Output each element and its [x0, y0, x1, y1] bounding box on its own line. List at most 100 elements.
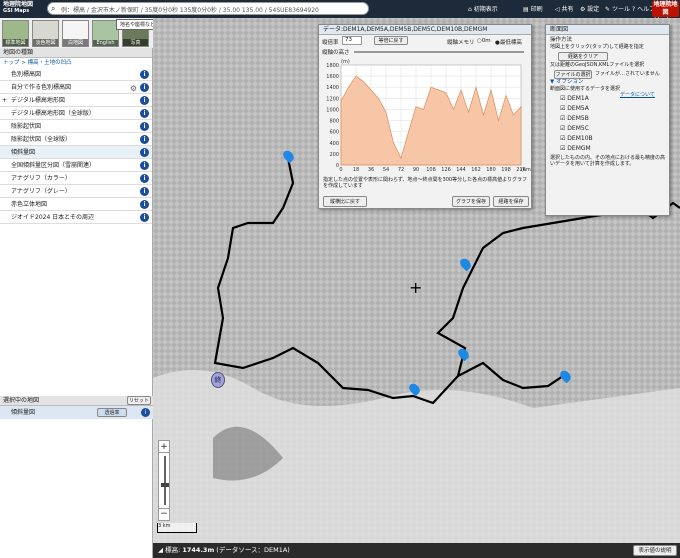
zero-radio[interactable]: ○0m [477, 38, 491, 44]
x-tick-label: 162 [471, 167, 481, 173]
zoom-out-button[interactable]: − [159, 508, 169, 520]
layer-item[interactable]: 色別標高図 i [0, 68, 152, 81]
exag-label: 縦倍率 [322, 40, 339, 46]
dem5b-checkbox[interactable]: ☑ DEM5B [560, 115, 589, 122]
clear-route-button[interactable]: 経路をクリア [558, 52, 608, 61]
layer-folder[interactable]: + デジタル標高地形図 i [0, 94, 152, 107]
elev-label: 標高: [165, 546, 181, 554]
breadcrumb[interactable]: トップ > 標高・土地の凹凸 [0, 58, 152, 68]
panel-title: 断面図 [546, 25, 669, 35]
x-tick-label: 18 [353, 167, 359, 173]
info-icon[interactable]: i [140, 148, 149, 157]
info-icon[interactable]: i [140, 161, 149, 170]
profile-window: データ:DEM1A,DEM5A,DEM5B,DEM5C,DEM10B,DEMGM… [318, 24, 532, 209]
tile-standard[interactable]: 標準地図 [2, 20, 29, 47]
info-icon[interactable]: i [140, 96, 149, 105]
selected-title: 選択中の地図 リセット [0, 396, 153, 406]
file-select-button[interactable]: ファイルの選択 [554, 70, 592, 79]
home-button[interactable]: ⌂ 初期表示 [468, 4, 498, 13]
vector-link[interactable]: 地理院地図 Vector [652, 1, 679, 24]
app-logo[interactable]: 地理院地図 GSI Maps [3, 1, 43, 17]
layer-item[interactable]: 自分で作る色別標高図 ⚙ i [0, 81, 152, 94]
value-description-button[interactable]: 表示値の説明 [633, 545, 677, 556]
options-toggle[interactable]: ▼ オプション [550, 79, 665, 86]
search-input[interactable]: ⌕ 例：標高 / 金沢市木ノ新保町 / 35度0分0秒 135度0分0秒 / 3… [47, 2, 369, 15]
zoom-slider[interactable] [159, 453, 169, 508]
method-title: 操作方法 [550, 37, 573, 43]
settings-button[interactable]: ⚙ 設定 [580, 4, 599, 13]
x-tick-label: 144 [456, 167, 466, 173]
dem5c-checkbox[interactable]: ☑ DEM5C [560, 125, 589, 132]
info-icon[interactable]: i [140, 70, 149, 79]
y-tick-label: 800 [329, 119, 339, 125]
x-tick-label: 198 [501, 167, 511, 173]
info-icon[interactable]: i [140, 213, 149, 222]
profile-title: データ:DEM1A,DEM5A,DEM5B,DEM5C,DEM10B,DEMGM [319, 25, 531, 35]
zoom-in-button[interactable]: + [159, 441, 169, 453]
y-tick-label: 1000 [326, 107, 339, 113]
info-icon[interactable]: i [141, 408, 150, 417]
height-label: 縦軸の高さ [322, 50, 350, 56]
return-aspect-button[interactable]: 縦横比に戻す [323, 196, 367, 207]
zoom-control: + − [158, 440, 170, 521]
print-button[interactable]: ▤ 印刷 [523, 4, 543, 13]
layer-item[interactable]: 陰影起伏図（全球版） i [0, 133, 152, 146]
end-marker[interactable]: 終 [211, 372, 225, 388]
layer-item[interactable]: アナグリフ（グレー） i [0, 185, 152, 198]
panel-note: 選択したものの内、その地点における最も精度の高いデータを用いて計算を作成します。 [550, 155, 666, 167]
profile-chart: 0200400600800100012001400160018000 18 36 54… [326, 59, 531, 173]
save-graph-button[interactable]: グラフを保存 [452, 196, 490, 207]
search-icon: ⌕ [51, 4, 56, 13]
dem5a-checkbox[interactable]: ☑ DEM5A [560, 105, 589, 112]
x-tick-label: 90 [413, 167, 419, 173]
height-slider[interactable] [354, 51, 524, 53]
info-icon[interactable]: i [140, 135, 149, 144]
selected-layer[interactable]: 傾斜量図 透過率 i [0, 406, 153, 419]
exag-input[interactable]: 73 [342, 36, 362, 45]
elev-value: 1744.3m [182, 546, 215, 554]
tile-pale[interactable]: 淡色地図 [32, 20, 59, 47]
x-tick-label: 0 [339, 167, 342, 173]
min-radio[interactable]: ●最低標高 [495, 38, 522, 46]
y-tick-label: 400 [329, 141, 339, 147]
file-desc: 又は距離のGeoJSON,KMLファイルを選択 [550, 62, 645, 68]
tile-english[interactable]: English [92, 20, 119, 47]
layer-item-selected[interactable]: 傾斜量図 i [0, 146, 152, 159]
layer-item[interactable]: デジタル標高地形図（全球版） i [0, 107, 152, 120]
layer-item[interactable]: 陰影起伏図 i [0, 120, 152, 133]
elev-source: (データソース：DEM1A) [216, 546, 290, 554]
reset-button[interactable]: リセット [127, 396, 151, 405]
y-tick-label: 1400 [326, 85, 339, 91]
layer-item[interactable]: 赤色立体地図 i [0, 198, 152, 211]
profile-panel: 断面図 操作方法 地図上をクリック(タップ)して経路を指定 経路をクリア 又は距… [545, 24, 670, 216]
x-tick-label: 54 [383, 167, 389, 173]
dem1a-checkbox[interactable]: ☑ DEM1A [560, 95, 589, 102]
method-desc: 地図上をクリック(タップ)して経路を指定 [550, 44, 644, 50]
x-tick-label: 180 [486, 167, 496, 173]
info-icon[interactable]: i [140, 200, 149, 209]
layer-item[interactable]: ジオイド2024 日本とその周辺 i [0, 211, 152, 224]
save-route-button[interactable]: 経路を保存 [493, 196, 529, 207]
tile-blank[interactable]: 白地図 [62, 20, 89, 47]
x-axis-label: (km) [521, 167, 531, 173]
layer-item[interactable]: 全国傾斜量区分図（雪崩関連） i [0, 159, 152, 172]
info-icon[interactable]: i [140, 109, 149, 118]
scale-bar: 3 km [157, 523, 197, 533]
y-tick-label: 1800 [326, 63, 339, 69]
about-data-link[interactable]: データについて [620, 92, 655, 99]
dem10b-checkbox[interactable]: ☑ DEM10B [560, 135, 593, 142]
tools-button[interactable]: ✎ ツール [605, 4, 630, 13]
info-icon[interactable]: i [140, 174, 149, 183]
reset-exag-button[interactable]: 等倍に戻す [374, 36, 408, 45]
layer-item[interactable]: アナグリフ（カラー） i [0, 172, 152, 185]
info-icon[interactable]: i [140, 83, 149, 92]
plus-icon: + [2, 97, 8, 104]
share-button[interactable]: ◁ 共有 [555, 4, 574, 13]
transparency-button[interactable]: 透過率 [97, 408, 127, 417]
info-icon[interactable]: i [140, 122, 149, 131]
selected-maps: 選択中の地図 リセット 傾斜量図 透過率 i [0, 396, 153, 419]
demgm-checkbox[interactable]: ☑ DEMGM [560, 145, 591, 152]
info-icon[interactable]: i [140, 187, 149, 196]
x-tick-label: 36 [368, 167, 374, 173]
axis-min-label: 縦軸メモリ [447, 40, 475, 46]
